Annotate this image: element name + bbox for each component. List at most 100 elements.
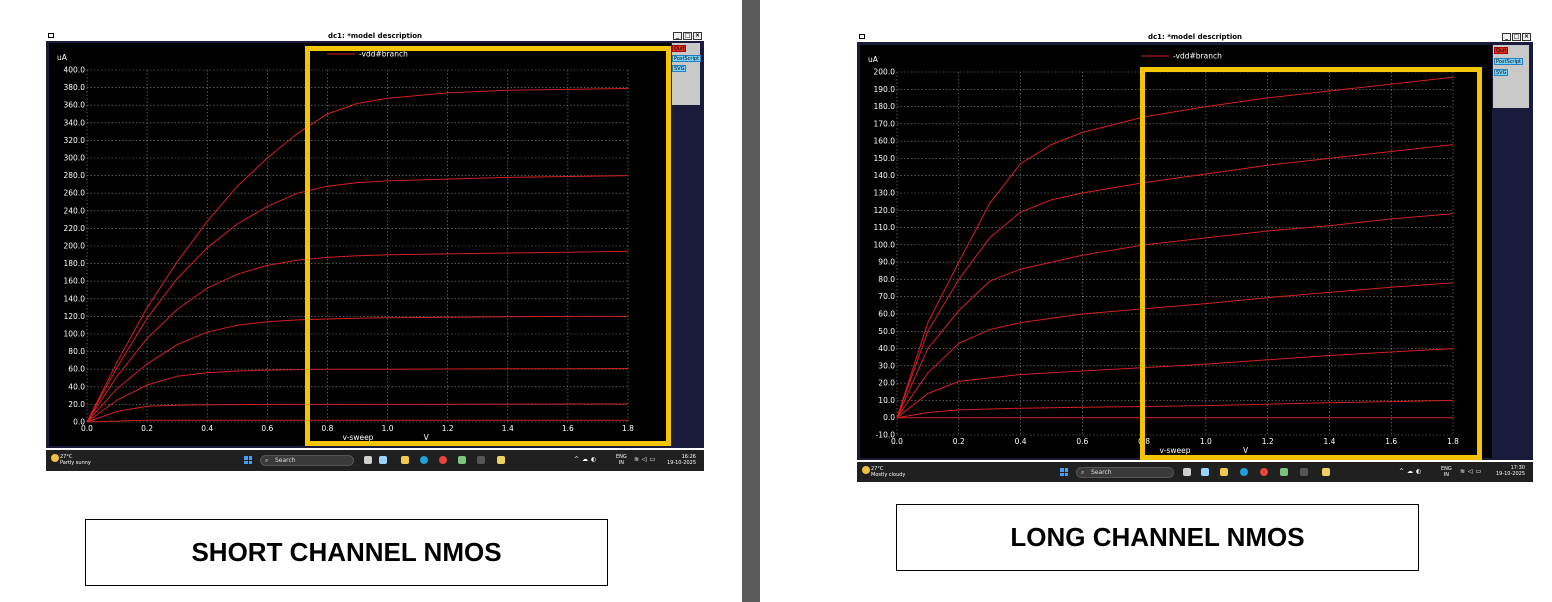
y-tick-label: 200.0 — [64, 242, 86, 251]
svg-button[interactable]: SVG — [672, 65, 687, 72]
weather-widget[interactable]: 27°C Mostly cloudy — [871, 466, 905, 478]
window-controls: _ □ × — [1502, 33, 1531, 41]
postscript-button[interactable]: PostScript — [1494, 58, 1523, 65]
clock[interactable]: 16:26 19-10-2025 — [667, 454, 696, 466]
system-tray[interactable]: ^☁◐ — [574, 456, 599, 464]
copilot-icon[interactable] — [1201, 468, 1209, 476]
y-tick-label: 60.0 — [878, 310, 895, 319]
y-tick-label: 220.0 — [64, 224, 86, 233]
maximize-button[interactable]: □ — [1512, 33, 1521, 41]
edge-icon[interactable] — [1240, 468, 1248, 476]
start-button[interactable] — [1060, 468, 1068, 476]
y-tick-label: 50.0 — [878, 327, 895, 336]
window-titlebar: dc1: *model description _ □ × — [46, 31, 704, 41]
taskview-icon[interactable] — [1183, 468, 1191, 476]
network-volume-battery[interactable]: ≋◁▭ — [1460, 468, 1484, 476]
y-tick-label: 180.0 — [64, 259, 86, 268]
y-tick-label: 380.0 — [64, 83, 86, 92]
search-icon: ⌕ — [1081, 469, 1085, 476]
system-tray[interactable]: ^☁◐ — [1399, 468, 1424, 476]
y-tick-label: 40.0 — [878, 344, 895, 353]
clock-date: 19-10-2025 — [1495, 471, 1525, 477]
minimize-button[interactable]: _ — [1502, 33, 1511, 41]
y-tick-label: 180.0 — [874, 102, 896, 111]
weather-widget[interactable]: 27°C Partly sunny — [60, 454, 91, 466]
language-indicator[interactable]: ENG IN — [616, 454, 627, 466]
y-axis-label: uA — [868, 55, 879, 64]
window-icon — [48, 33, 54, 38]
y-tick-label: 90.0 — [878, 258, 895, 267]
window-title: dc1: *model description — [1147, 33, 1243, 41]
language-indicator[interactable]: ENG IN — [1441, 466, 1452, 478]
app-icon[interactable] — [458, 456, 466, 464]
svg-button[interactable]: SVG — [1494, 69, 1509, 76]
y-tick-label: 160.0 — [874, 137, 896, 146]
minimize-button[interactable]: _ — [673, 32, 682, 40]
x-tick-label: 0.4 — [1015, 437, 1027, 446]
weather-icon — [862, 466, 870, 474]
weather-icon — [51, 454, 59, 462]
copilot-icon[interactable] — [379, 456, 387, 464]
window-titlebar: dc1: *model description _ □ × — [857, 32, 1533, 42]
weather-text: Mostly cloudy — [871, 472, 906, 478]
caption-short-channel: SHORT CHANNEL NMOS — [85, 519, 608, 586]
quit-button[interactable]: Quit — [672, 45, 687, 52]
clock-date: 19-10-2025 — [666, 460, 696, 466]
y-tick-label: 300.0 — [64, 154, 86, 163]
y-tick-label: 190.0 — [874, 85, 896, 94]
edge-icon[interactable] — [420, 456, 428, 464]
x-tick-label: 0.6 — [261, 424, 273, 433]
y-tick-label: 170.0 — [874, 119, 896, 128]
file-explorer-icon[interactable] — [401, 456, 409, 464]
search-placeholder: Search — [275, 457, 296, 464]
region-code: IN — [618, 460, 624, 466]
taskbar-search[interactable]: ⌕ Search — [1076, 467, 1174, 478]
windows-taskbar: 27°C Partly sunny ⌕ Search ^☁◐ ENG IN ≋◁… — [46, 450, 704, 471]
quit-button[interactable]: Quit — [1494, 47, 1509, 54]
start-button[interactable] — [244, 456, 252, 464]
y-axis-label: uA — [57, 53, 68, 62]
y-tick-label: 140.0 — [874, 171, 896, 180]
y-tick-label: 10.0 — [878, 396, 895, 405]
app-icon[interactable] — [1280, 468, 1288, 476]
clock[interactable]: 17:30 19-10-2025 — [1496, 465, 1525, 477]
y-tick-label: 120.0 — [64, 312, 86, 321]
postscript-button[interactable]: PostScript — [672, 55, 701, 62]
y-tick-label: 100.0 — [874, 240, 896, 249]
file-explorer-icon[interactable] — [1220, 468, 1228, 476]
chrome-icon[interactable] — [1260, 468, 1268, 476]
y-tick-label: 120.0 — [874, 206, 896, 215]
y-tick-label: 70.0 — [878, 292, 895, 301]
y-tick-label: 110.0 — [874, 223, 896, 232]
taskbar-search[interactable]: ⌕ Search — [260, 455, 354, 466]
terminal-icon[interactable] — [1300, 468, 1308, 476]
y-tick-label: 400.0 — [64, 66, 86, 75]
y-tick-label: 20.0 — [878, 379, 895, 388]
region-code: IN — [1443, 472, 1449, 478]
y-tick-label: 260.0 — [64, 189, 86, 198]
taskview-icon[interactable] — [364, 456, 372, 464]
close-button[interactable]: × — [1522, 33, 1531, 41]
search-placeholder: Search — [1091, 469, 1112, 476]
y-tick-label: 0.0 — [883, 413, 895, 422]
window-controls: _ □ × — [673, 32, 702, 40]
maximize-button[interactable]: □ — [683, 32, 692, 40]
y-tick-label: 130.0 — [874, 189, 896, 198]
y-tick-label: -10.0 — [876, 431, 896, 440]
window-title: dc1: *model description — [327, 32, 423, 40]
window-icon — [859, 34, 865, 39]
linux-icon[interactable] — [1322, 468, 1330, 476]
y-tick-label: 80.0 — [878, 275, 895, 284]
x-tick-label: 0.2 — [141, 424, 153, 433]
close-button[interactable]: × — [693, 32, 702, 40]
network-volume-battery[interactable]: ≋◁▭ — [634, 456, 658, 464]
terminal-icon[interactable] — [477, 456, 485, 464]
y-tick-label: 280.0 — [64, 171, 86, 180]
side-button-panel: Quit PostScript SVG — [1493, 45, 1529, 108]
y-tick-label: 100.0 — [64, 330, 86, 339]
windows-taskbar: 27°C Mostly cloudy ⌕ Search ^☁◐ ENG IN ≋… — [857, 462, 1533, 482]
chrome-icon[interactable] — [439, 456, 447, 464]
search-icon: ⌕ — [265, 457, 269, 464]
x-tick-label: 0.6 — [1076, 437, 1088, 446]
linux-icon[interactable] — [497, 456, 505, 464]
